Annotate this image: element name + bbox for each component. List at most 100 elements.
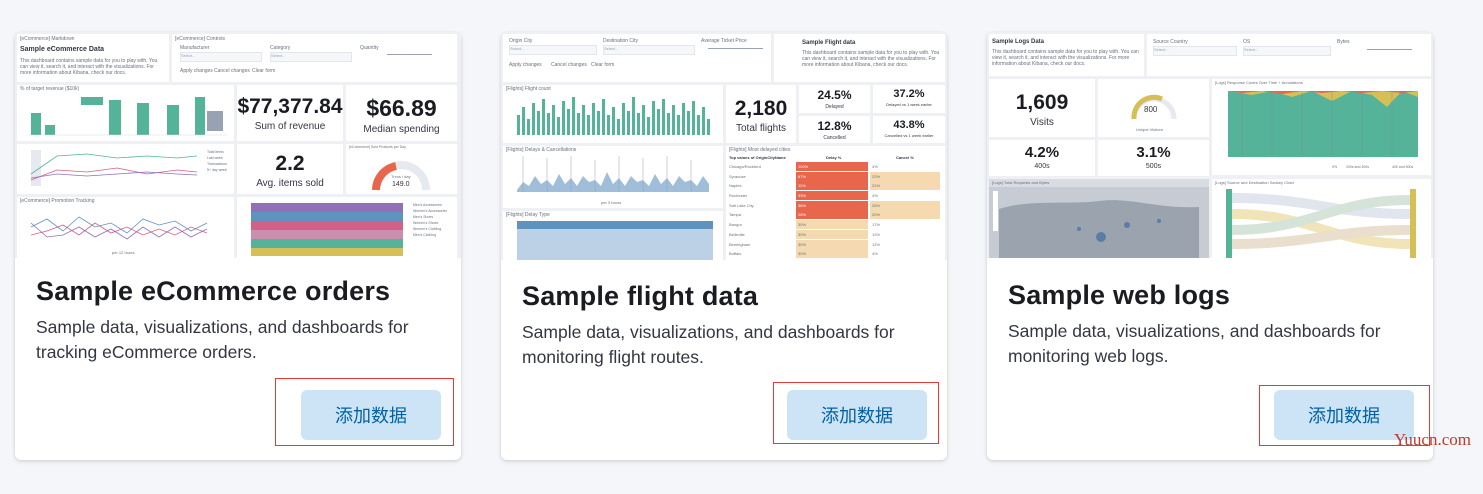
visits-label: Visits: [1030, 117, 1054, 128]
flight-count-bar-chart: [517, 97, 710, 135]
table-row: Birmingham 30% 12%: [726, 239, 945, 250]
total-flights-metric: 2,180 Total flights: [726, 85, 796, 143]
cancel-changes: Cancel changes: [551, 62, 587, 68]
sales-line-chart: [30, 150, 198, 186]
card-flights[interactable]: Origin City Destination City Average Tic…: [501, 32, 947, 460]
avg-items-value: 2.2: [275, 152, 305, 175]
cancel-changes: Cancel changes: [214, 68, 250, 74]
add-data-button[interactable]: 添加数据: [787, 390, 927, 440]
delayed-week-value: 37.2%: [893, 88, 925, 100]
delayed-week-label: Delayed vs 1 week earlier: [886, 102, 932, 107]
errors-500-value: 3.1%: [1136, 144, 1171, 161]
table-row: Belleville 30% 12%: [726, 229, 945, 240]
cancelled-week-value: 43.8%: [893, 119, 925, 131]
control-label: Quantity: [360, 45, 379, 51]
response-codes-area-chart: [1228, 91, 1418, 157]
markdown-panel: Sample Logs Data This dashboard contains…: [989, 34, 1144, 76]
ticket-price-slider: [708, 48, 763, 49]
controls-panel: Source Country OS Bytes Select... Select…: [1147, 34, 1431, 76]
table-header: Cancel %: [896, 155, 914, 160]
cancelled-value: 12.8%: [817, 119, 852, 133]
control-label: Source Country: [1153, 39, 1188, 45]
stacked-sales-panel: Men's Accessories Women's Accessories Me…: [237, 197, 457, 258]
revenue-bar-chart-panel: % of target revenue ($10k): [17, 85, 234, 141]
category-select: Select...: [270, 52, 352, 62]
markdown-title: Sample Logs Data: [992, 39, 1045, 45]
table-row: Chicago/Rockford 100% 4%: [726, 162, 945, 172]
promotion-tracking-panel: [eCommerce] Promotion Tracking per 12 ho…: [17, 197, 234, 258]
controls-panel: [eCommerce] Controls Manufacturer Catego…: [172, 34, 457, 82]
errors-400-metric: 4.2% 400s: [989, 140, 1095, 176]
legend-item: Transactions: [207, 162, 227, 166]
thumbnail-ecommerce-dashboard: [eCommerce] Markdown Sample eCommerce Da…: [15, 32, 461, 258]
legend-item: Men's Shoes: [413, 215, 434, 219]
card-weblogs[interactable]: Sample Logs Data This dashboard contains…: [987, 32, 1433, 460]
panel-title: [Flights] Most delayed cities: [729, 147, 791, 153]
panel-title: [eCommerce] Controls: [175, 36, 226, 42]
requests-map: [989, 187, 1209, 258]
errors-500-metric: 3.1% 500s: [1098, 140, 1209, 176]
table-row: Rochester 33% 4%: [726, 191, 945, 201]
legend-item: 5+ day week: [207, 168, 227, 172]
sum-revenue-value: $77,377.84: [237, 95, 343, 118]
flight-count-panel: [Flights] Flight count: [503, 85, 723, 143]
legend-item: Women's Clothing: [413, 227, 442, 231]
visits-metric: 1,609 Visits: [989, 79, 1095, 137]
cancelled-metric: 12.8% Cancelled: [799, 116, 870, 143]
legend-item: Men's Clothing: [413, 233, 437, 237]
legend-item: Total items: [207, 150, 224, 154]
card-description: Sample data, visualizations, and dashboa…: [522, 322, 895, 367]
source-country-select: Select...: [1153, 46, 1237, 56]
table-row: Bangor 30% 17%: [726, 220, 945, 230]
card-description: Sample data, visualizations, and dashboa…: [36, 317, 409, 362]
legend-item: Women's Shoes: [413, 221, 439, 225]
delayed-week-metric: 37.2% Delayed vs 1 week earlier: [873, 85, 945, 113]
errors-400-label: 400s: [1034, 163, 1050, 170]
apply-changes: Apply changes: [509, 62, 542, 68]
card-ecommerce[interactable]: [eCommerce] Markdown Sample eCommerce Da…: [15, 32, 461, 460]
sankey-panel: [Logs] Source and Destination Sankey Cha…: [1212, 179, 1431, 258]
manufacturer-select: Select...: [180, 52, 262, 62]
gauge-label: Trxns / day: [391, 174, 411, 179]
thumbnail-flights-dashboard: Origin City Destination City Average Tic…: [501, 32, 947, 260]
table-row: Syracuse 67% 22%: [726, 171, 945, 182]
visits-value: 1,609: [1015, 91, 1069, 114]
table-row: Salt Lake City 38% 25%: [726, 200, 945, 211]
watermark: Yuucn.com: [1394, 430, 1471, 449]
card-title: Sample eCommerce orders: [36, 276, 391, 306]
table-row: Naples 11% 21%: [726, 181, 945, 191]
bytes-slider: [1367, 49, 1412, 50]
sales-line-chart-panel: Total items Last week Transactions 5+ da…: [17, 144, 234, 194]
card-description: Sample data, visualizations, and dashboa…: [1008, 321, 1381, 366]
sum-revenue-metric: $77,377.84 Sum of revenue: [237, 85, 343, 141]
most-delayed-cities-panel: [Flights] Most delayed cities Top values…: [726, 146, 945, 260]
cancelled-week-label: Cancelled vs 1 week earlier: [884, 133, 934, 138]
response-codes-panel: [Logs] Response Codes Over Time + Annota…: [1212, 79, 1431, 175]
gauge-label: Unique Visitors: [1136, 127, 1163, 132]
add-data-button[interactable]: 添加数据: [301, 390, 441, 440]
control-label: Manufacturer: [180, 45, 210, 51]
panel-title: [eCommerce] Markdown: [20, 36, 75, 42]
axis-label: per 12 hours: [112, 250, 135, 255]
legend-item: 400 and 500s: [1392, 165, 1414, 169]
add-data-button[interactable]: 添加数据: [1274, 390, 1414, 440]
os-select: Select...: [1243, 46, 1331, 56]
median-spending-metric: $66.89 Median spending: [346, 85, 457, 141]
controls-panel: Origin City Destination City Average Tic…: [503, 34, 771, 82]
thumbnail-weblogs-dashboard: Sample Logs Data This dashboard contains…: [987, 32, 1433, 258]
table-row: Buffalo 30% 4%: [726, 249, 945, 259]
control-label: Destination City: [603, 38, 639, 44]
median-spending-label: Median spending: [363, 124, 440, 135]
total-flights-value: 2,180: [734, 97, 788, 120]
table-header: Top values of OriginCityName: [729, 155, 786, 160]
promotion-line-chart: [30, 216, 208, 240]
errors-500-label: 500s: [1145, 163, 1162, 170]
delayed-metric: 24.5% Delayed: [799, 85, 870, 113]
delayed-cities-table: Chicago/Rockford 100% 4% Syracuse 67% 22% Na…: [726, 162, 945, 259]
dashboard-intro: This dashboard contains sample data for …: [20, 58, 158, 76]
legend-item: Women's Accessories: [413, 209, 448, 213]
control-label: Category: [270, 45, 291, 51]
delayed-label: Delayed: [825, 104, 844, 110]
control-label: OS: [1243, 39, 1251, 45]
delays-cancellations-panel: [Flights] Delays & Cancellations per 3 h…: [503, 146, 723, 208]
